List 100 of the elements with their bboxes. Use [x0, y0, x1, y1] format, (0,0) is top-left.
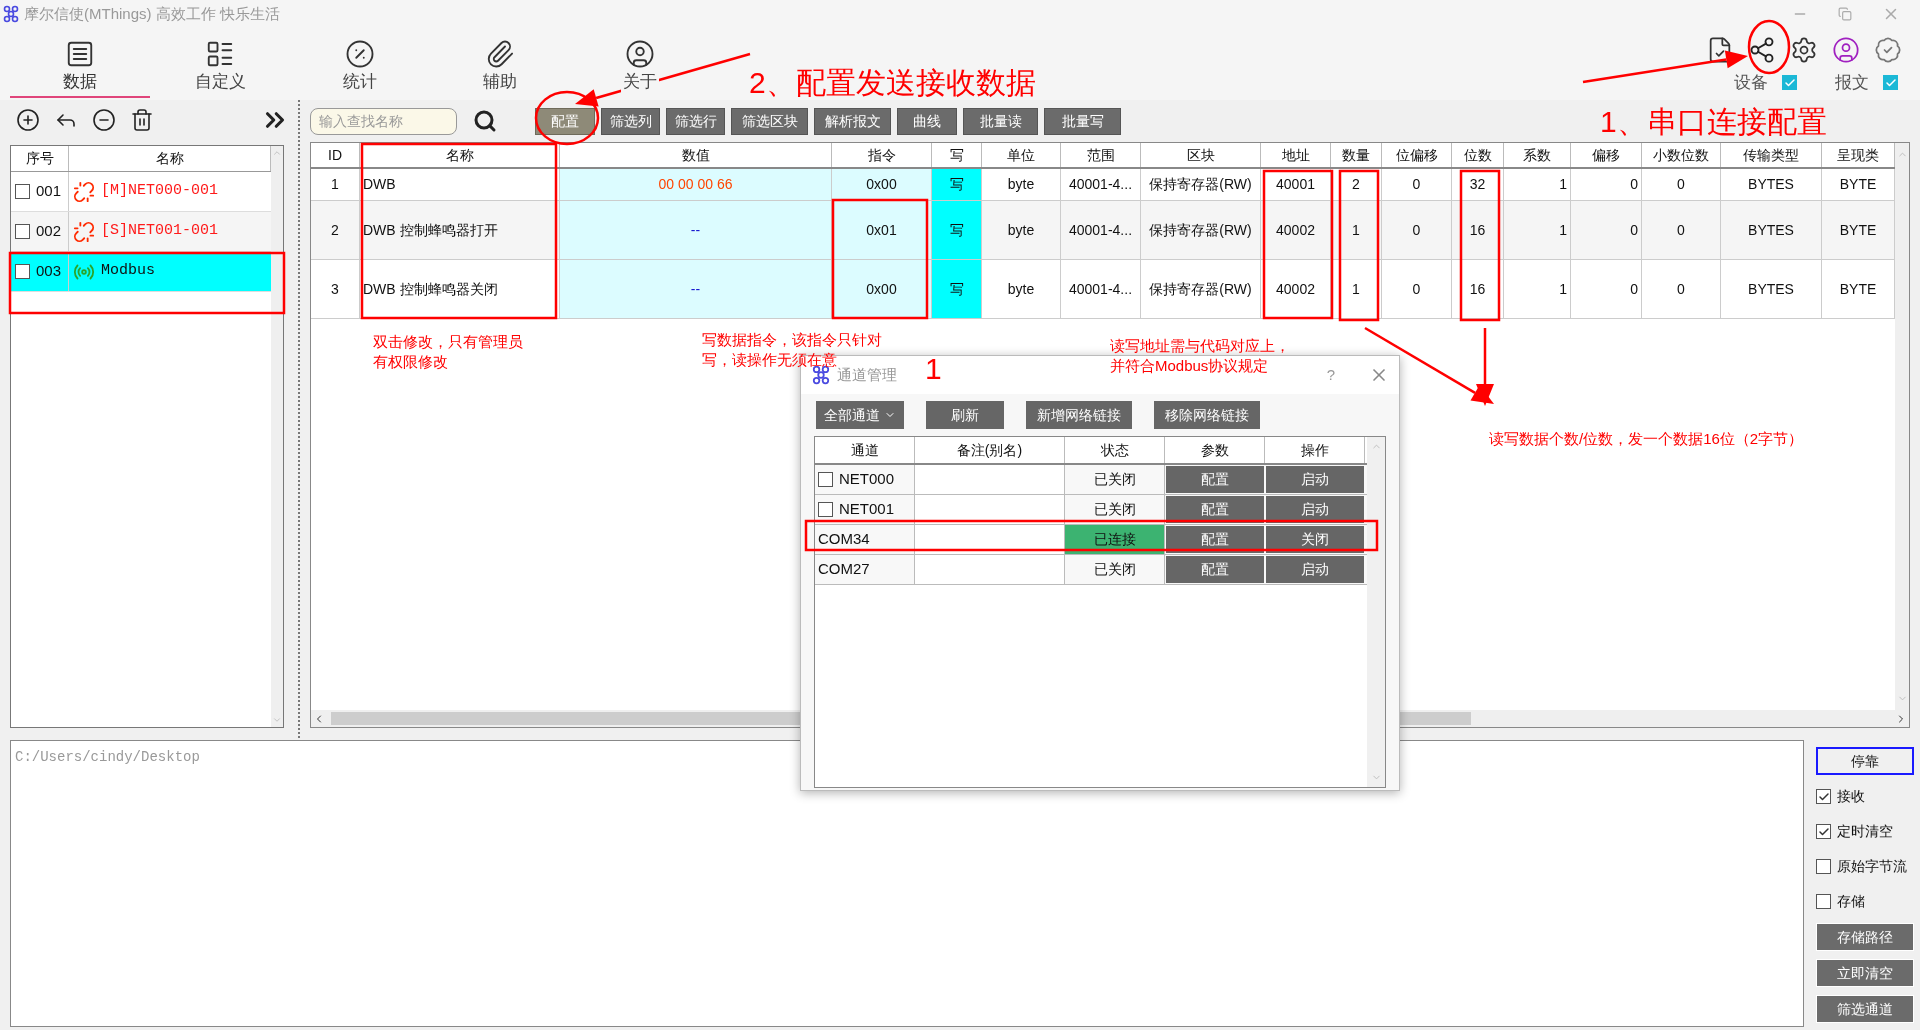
config-button[interactable]: 配置 — [1165, 465, 1265, 494]
toolbar-button[interactable]: 曲线 — [897, 107, 957, 135]
search-icon[interactable] — [473, 109, 497, 133]
checkbox[interactable] — [1816, 894, 1831, 909]
table-cell: 0 — [1642, 169, 1721, 200]
column-header: 备注(别名) — [915, 437, 1065, 463]
table-cell: 保持寄存器(RW) — [1141, 169, 1261, 200]
table-cell: 写 — [932, 169, 982, 200]
config-button[interactable]: 配置 — [1165, 525, 1265, 554]
checkbox[interactable] — [15, 224, 30, 239]
alias-cell[interactable] — [915, 525, 1065, 554]
alias-cell[interactable] — [915, 495, 1065, 524]
side-button[interactable]: 筛选通道 — [1816, 995, 1914, 1023]
action-button[interactable]: 关闭 — [1265, 525, 1365, 554]
annotation-heading: 1、串口连接配置 — [1600, 104, 1827, 140]
table-cell: BYTES — [1721, 260, 1822, 318]
table-cell: 2 — [1331, 169, 1382, 200]
nav-tab[interactable]: 自定义 — [150, 28, 290, 98]
checkbox[interactable] — [818, 502, 833, 517]
settings-icon[interactable] — [1790, 36, 1818, 64]
checkbox[interactable] — [1816, 789, 1831, 804]
toolbar-button[interactable]: 配置 — [535, 107, 595, 135]
toolbar-button[interactable]: 筛选区块 — [731, 107, 808, 135]
column-header: 单位 — [982, 143, 1061, 167]
table-cell: -- — [560, 260, 832, 318]
checkbox[interactable] — [818, 472, 833, 487]
table-cell: 40001-4... — [1061, 201, 1141, 259]
nav-tab[interactable]: 数据 — [10, 28, 150, 98]
action-button[interactable]: 启动 — [1265, 465, 1365, 494]
toggle-label: 报文 — [1835, 72, 1869, 94]
table-cell: -- — [560, 201, 832, 259]
checkbox[interactable] — [15, 264, 30, 279]
annotation-note: 双击修改，只有管理员有权限修改 — [373, 332, 524, 372]
log-area[interactable]: C:/Users/cindy/Desktop — [10, 740, 1804, 1027]
table-cell: 0x00 — [832, 260, 932, 318]
side-button[interactable]: 停靠 — [1816, 747, 1914, 775]
column-header: 数值 — [560, 143, 832, 167]
table-cell: 1 — [1331, 260, 1382, 318]
dialog-button[interactable]: 刷新 — [926, 401, 1004, 429]
trash-icon[interactable] — [130, 108, 154, 132]
action-button[interactable]: 启动 — [1265, 555, 1365, 584]
channel-row[interactable]: 003 Modbus — [11, 252, 271, 292]
channel-filter-dropdown[interactable]: 全部通道 — [816, 401, 904, 429]
annotation-heading: 2、配置发送接收数据 — [749, 65, 1036, 101]
alias-cell[interactable] — [915, 465, 1065, 494]
badge-check-icon[interactable] — [1874, 36, 1902, 64]
toolbar-button[interactable]: 解析报文 — [814, 107, 891, 135]
window-title: 摩尔信使(MThings) 高效工作 快乐生活 — [24, 3, 280, 24]
checkbox[interactable] — [1782, 75, 1797, 91]
table-cell: 0x01 — [832, 201, 932, 259]
dialog-button[interactable]: 移除网络链接 — [1154, 401, 1260, 429]
column-header: 序号 — [11, 146, 69, 171]
checkbox[interactable] — [1816, 824, 1831, 839]
column-header: 参数 — [1165, 437, 1265, 463]
side-button[interactable]: 存储路径 — [1816, 923, 1914, 951]
channel-row[interactable]: 001 [M]NET000-001 — [11, 172, 271, 212]
nav-tab[interactable]: 关于 — [570, 28, 710, 98]
channel-row[interactable]: 002 [S]NET001-001 — [11, 212, 271, 252]
column-header: 地址 — [1261, 143, 1331, 167]
restore-icon[interactable] — [1838, 7, 1852, 21]
toolbar-button[interactable]: 筛选行 — [666, 107, 725, 135]
help-button[interactable]: ? — [1326, 363, 1335, 387]
add-icon[interactable] — [16, 108, 40, 132]
checkbox[interactable] — [15, 184, 30, 199]
side-button[interactable]: 立即清空 — [1816, 959, 1914, 987]
config-button[interactable]: 配置 — [1165, 495, 1265, 524]
action-button[interactable]: 启动 — [1265, 495, 1365, 524]
table-cell: 0 — [1382, 169, 1452, 200]
config-button[interactable]: 配置 — [1165, 555, 1265, 584]
user-icon[interactable] — [1832, 36, 1860, 64]
user-icon — [625, 38, 655, 69]
app-logo-icon — [2, 5, 20, 23]
search-field[interactable]: 输入查找名称 — [310, 107, 457, 135]
column-header: 位偏移 — [1382, 143, 1452, 167]
toolbar-button[interactable]: 批量读 — [963, 107, 1038, 135]
nav-tab[interactable]: 统计 — [290, 28, 430, 98]
status-cell: 已连接 — [1065, 525, 1165, 554]
column-header: 状态 — [1065, 437, 1165, 463]
column-header: 偏移 — [1571, 143, 1642, 167]
alias-cell[interactable] — [915, 555, 1065, 584]
table-cell: 0 — [1642, 260, 1721, 318]
table-cell: 32 — [1452, 169, 1504, 200]
remove-icon[interactable] — [92, 108, 116, 132]
table-cell: 0 — [1382, 201, 1452, 259]
table-cell: byte — [982, 201, 1061, 259]
row-index: 003 — [36, 261, 62, 282]
column-header: 操作 — [1265, 437, 1365, 463]
checkbox[interactable] — [1883, 75, 1898, 91]
nav-tab[interactable]: 辅助 — [430, 28, 570, 98]
annotation-note: 读写数据个数/位数，发一个数据16位（2字节） — [1489, 429, 1804, 449]
toolbar-button[interactable]: 筛选列 — [601, 107, 660, 135]
channel-name: COM27 — [818, 559, 870, 580]
table-cell: byte — [982, 169, 1061, 200]
log-path: C:/Users/cindy/Desktop — [15, 749, 200, 765]
row-index: 001 — [36, 181, 62, 202]
table-cell: byte — [982, 260, 1061, 318]
toolbar-button[interactable]: 批量写 — [1044, 107, 1121, 135]
dialog-button[interactable]: 新增网络链接 — [1026, 401, 1132, 429]
checkbox[interactable] — [1816, 859, 1831, 874]
share-icon[interactable] — [1748, 36, 1776, 64]
